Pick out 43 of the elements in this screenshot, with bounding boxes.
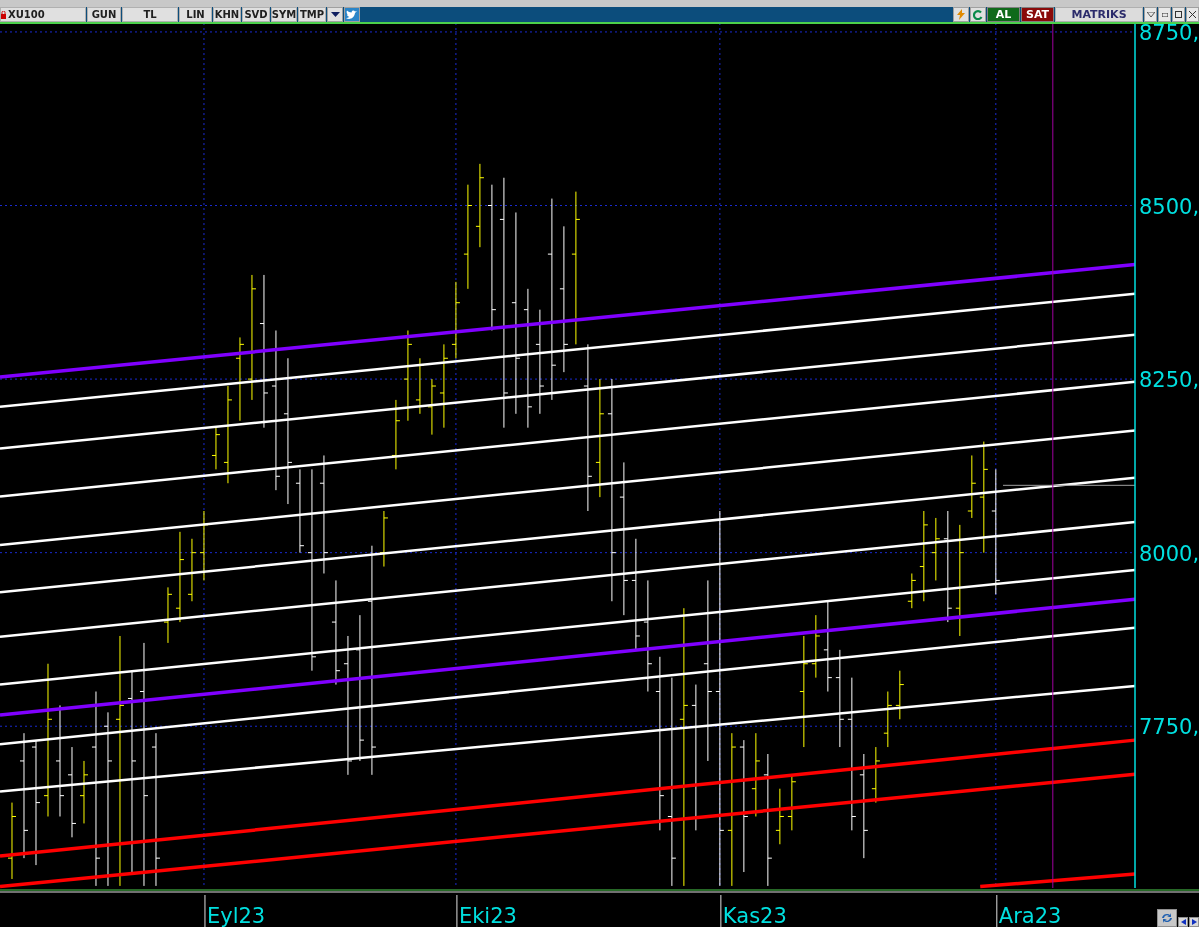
axis-label: 7750,: [1139, 715, 1199, 740]
sync-button[interactable]: [1157, 909, 1177, 927]
symbol-field[interactable]: XU100: [0, 7, 86, 22]
lightning-icon: [957, 9, 965, 20]
lock-icon: [1, 10, 6, 19]
scroll-right-button[interactable]: [1189, 917, 1199, 927]
axis-label: 8750,: [1139, 23, 1199, 45]
axis-label: 8250,: [1139, 368, 1199, 393]
refresh-icon: [973, 9, 983, 20]
toolbar-button[interactable]: SVD: [242, 7, 270, 22]
toolbar-button[interactable]: TL: [122, 7, 178, 22]
axis-label: 8000,: [1139, 541, 1199, 566]
scroll-left-button[interactable]: [1178, 917, 1188, 927]
right-arrow-icon: [1191, 919, 1197, 925]
axis-label: 8500,: [1139, 194, 1199, 219]
toolbar-button[interactable]: SYM: [271, 7, 297, 22]
minimize-icon: [1161, 12, 1168, 17]
refresh-button[interactable]: [970, 7, 986, 22]
trade-button[interactable]: SAT: [1021, 7, 1054, 22]
bird-icon: [346, 9, 358, 20]
maximize-button[interactable]: [1172, 7, 1185, 22]
toolbar-button[interactable]: LIN: [179, 7, 212, 22]
axis-label: Eki23: [458, 904, 517, 927]
toolbar-button[interactable]: KHN: [213, 7, 241, 22]
bird-button[interactable]: [344, 7, 360, 22]
caret-down-icon: [1146, 12, 1155, 17]
dropdown-button[interactable]: [327, 7, 343, 22]
toolbar-button[interactable]: TMP: [298, 7, 326, 22]
axis-label: Kas23: [722, 904, 787, 927]
lightning-button[interactable]: [953, 7, 969, 22]
left-arrow-icon: [1180, 919, 1186, 925]
axis-label: Eyl23: [206, 904, 266, 927]
symbol-text: XU100: [8, 9, 45, 20]
trade-button[interactable]: AL: [987, 7, 1020, 22]
toolbar-button[interactable]: GUN: [87, 7, 121, 22]
close-icon: [1189, 11, 1196, 18]
axis-label: Ara23: [998, 904, 1062, 927]
window-menu-button[interactable]: [1144, 7, 1157, 22]
close-button[interactable]: [1186, 7, 1199, 22]
maximize-icon: [1175, 11, 1182, 18]
brand-logo: MATRIKS: [1055, 7, 1143, 22]
sync-icon: [1160, 912, 1174, 924]
caret-down-icon: [330, 12, 340, 17]
